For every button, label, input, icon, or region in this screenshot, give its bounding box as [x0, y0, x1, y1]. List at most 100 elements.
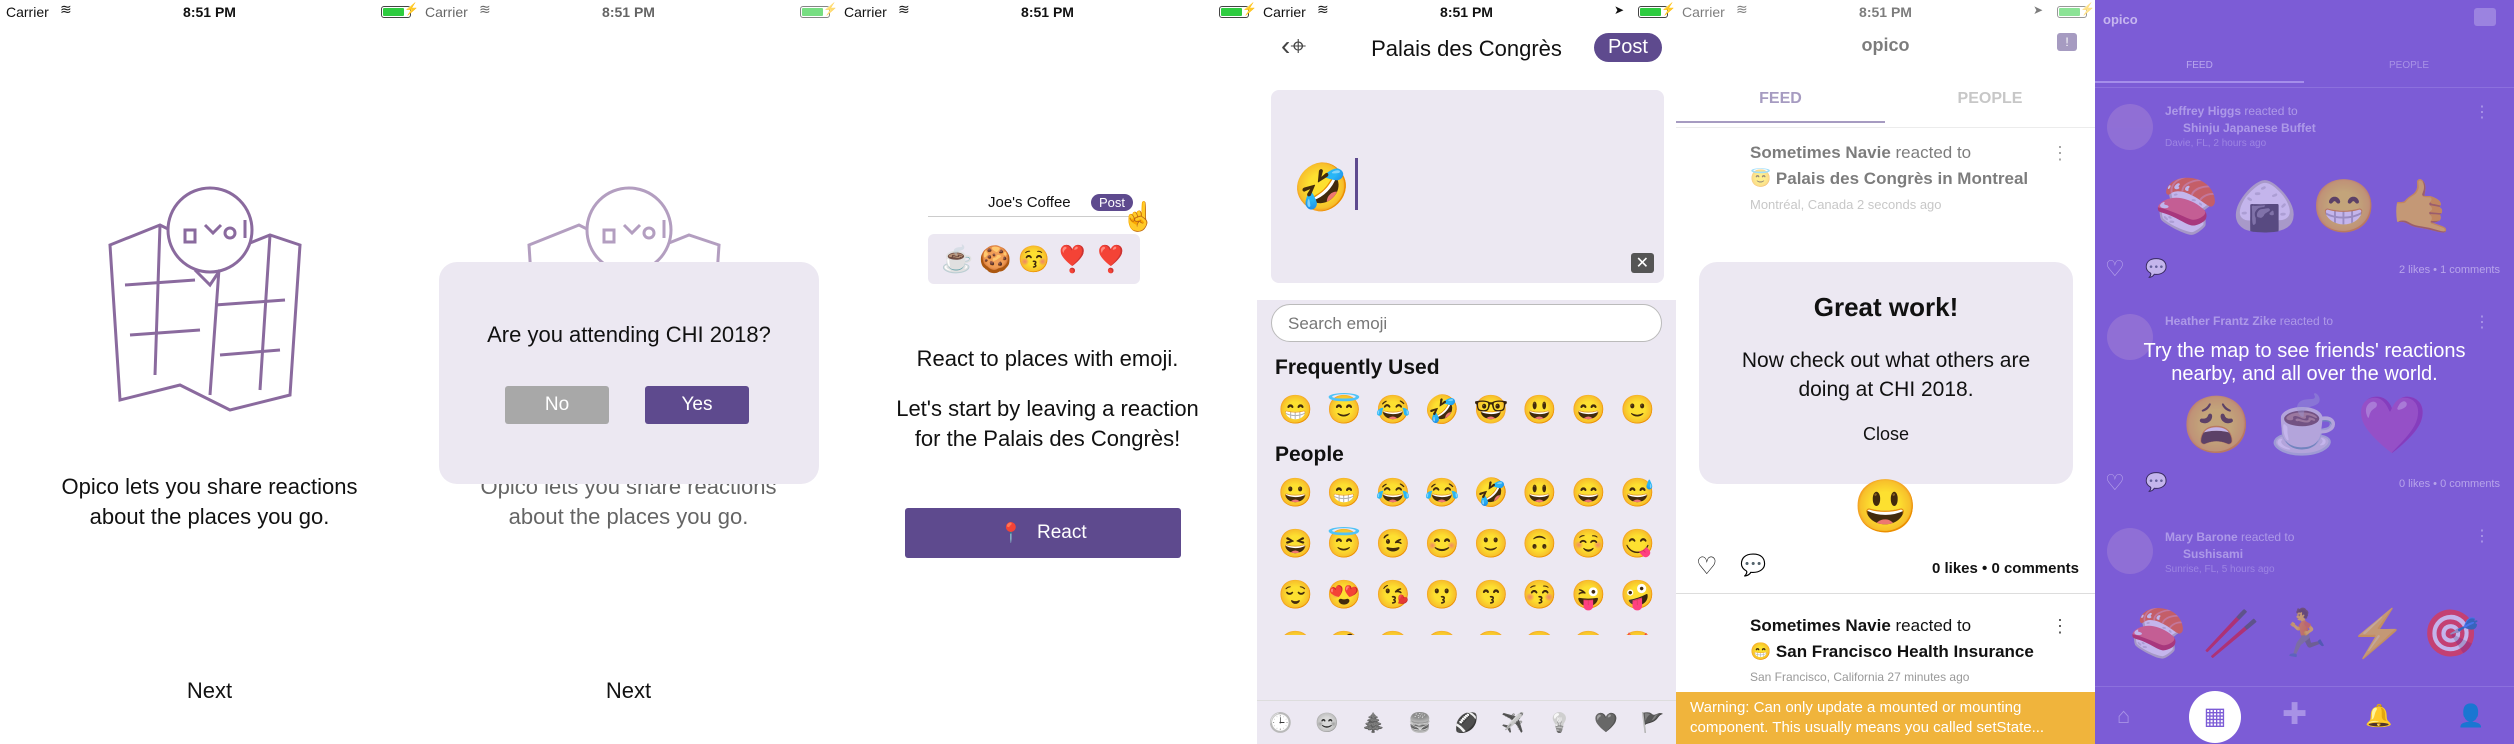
- emoji-key[interactable]: 🤑: [1467, 620, 1516, 635]
- more-options-icon[interactable]: ⋮: [2474, 312, 2490, 332]
- emoji-search-input[interactable]: Search emoji: [1271, 304, 1662, 342]
- feed-user-name[interactable]: Sometimes Navie: [1750, 616, 1891, 635]
- emoji-key[interactable]: 😍: [1320, 569, 1369, 620]
- emoji-key[interactable]: 🤣: [1418, 384, 1467, 435]
- more-options-icon[interactable]: ⋮: [2474, 102, 2490, 122]
- emoji-key[interactable]: 🤓: [1515, 620, 1564, 635]
- dev-warning-banner[interactable]: Warning: Can only update a mounted or mo…: [1676, 692, 2095, 744]
- emoji-key[interactable]: 😎: [1564, 620, 1613, 635]
- like-heart-icon[interactable]: ♡: [2105, 470, 2125, 496]
- emoji-key[interactable]: 😚: [1515, 569, 1564, 620]
- close-button[interactable]: Close: [1699, 424, 2073, 445]
- smileys-tab-icon[interactable]: 😊: [1315, 711, 1339, 735]
- map-illustration-icon: [108, 186, 302, 412]
- notifications-tab-icon[interactable]: 🔔: [2365, 703, 2392, 729]
- avatar[interactable]: [2107, 104, 2153, 150]
- emoji-key[interactable]: 😘: [1369, 569, 1418, 620]
- reaction-compose-box[interactable]: 🤣 ✕: [1271, 90, 1664, 283]
- feed-place-name[interactable]: San Francisco Health Insurance: [1776, 642, 2034, 661]
- add-reaction-tab-icon[interactable]: ✚: [2282, 697, 2307, 732]
- emoji-key[interactable]: 🤩: [1613, 620, 1662, 635]
- message-icon[interactable]: [2474, 8, 2496, 26]
- emoji-key[interactable]: 😛: [1418, 620, 1467, 635]
- reaction-emoji: ☕: [2269, 393, 2340, 456]
- recent-tab-icon[interactable]: 🕒: [1268, 711, 1292, 735]
- emoji-key[interactable]: 😌: [1271, 569, 1320, 620]
- feed-place-name[interactable]: Shinju Japanese Buffet: [2183, 121, 2316, 135]
- activity-tab-icon[interactable]: 🏈: [1455, 711, 1479, 735]
- emoji-key[interactable]: 😄: [1564, 467, 1613, 518]
- emoji-key[interactable]: 😅: [1613, 467, 1662, 518]
- emoji-key[interactable]: 😖: [1369, 620, 1418, 635]
- home-tab-icon[interactable]: ⌂: [2117, 703, 2130, 729]
- feed-place-name[interactable]: Sushisami: [2183, 547, 2243, 561]
- flags-tab-icon[interactable]: 🚩: [1641, 711, 1665, 735]
- emoji-key[interactable]: 😄: [1564, 384, 1613, 435]
- tab-people[interactable]: PEOPLE: [2304, 60, 2514, 71]
- emoji-key[interactable]: 😜: [1564, 569, 1613, 620]
- emoji-key[interactable]: 😆: [1271, 518, 1320, 569]
- emoji-key[interactable]: 😇: [1320, 518, 1369, 569]
- emoji-key[interactable]: 😂: [1369, 467, 1418, 518]
- status-time: 8:51 PM: [1021, 4, 1074, 20]
- emoji-key[interactable]: 😊: [1418, 518, 1467, 569]
- emoji-key[interactable]: 😃: [1515, 467, 1564, 518]
- react-cta-line2: for the Palais des Congrès!: [914, 426, 1181, 451]
- tab-feed[interactable]: FEED: [2095, 60, 2304, 83]
- travel-tab-icon[interactable]: ✈️: [1501, 711, 1525, 735]
- map-tab-icon[interactable]: ▦: [2189, 691, 2241, 743]
- emoji-key[interactable]: 😉: [1369, 518, 1418, 569]
- emoji-key[interactable]: 😋: [1613, 518, 1662, 569]
- feed-meta: Sunrise, FL, 5 hours ago: [2165, 564, 2275, 575]
- feed-meta: San Francisco, California 27 minutes ago: [1750, 670, 1970, 684]
- no-button[interactable]: No: [505, 386, 609, 424]
- map-hint-line1: Try the map to see friends' reactions: [2143, 340, 2466, 362]
- symbols-tab-icon[interactable]: ❤️: [1594, 711, 1618, 735]
- like-heart-icon[interactable]: ♡: [1696, 552, 1718, 581]
- emoji-key[interactable]: 😂: [1418, 467, 1467, 518]
- more-options-icon[interactable]: ⋮: [2474, 526, 2490, 546]
- nature-tab-icon[interactable]: 🌲: [1362, 711, 1386, 735]
- feed-user-name[interactable]: Jeffrey Higgs: [2165, 104, 2241, 118]
- avatar[interactable]: [2107, 528, 2153, 574]
- feed-tab-bar: FEED PEOPLE: [2095, 54, 2514, 88]
- feed-user-name[interactable]: Heather Frantz Zike: [2165, 314, 2276, 328]
- emoji-key[interactable]: 😀: [1271, 467, 1320, 518]
- like-heart-icon[interactable]: ♡: [2105, 256, 2125, 282]
- feed-user-name[interactable]: Mary Barone: [2165, 530, 2238, 544]
- selected-emoji: 🤣: [1293, 161, 1351, 213]
- likes-comments-count: 0 likes • 0 comments: [2398, 478, 2500, 490]
- emoji-key[interactable]: 🤣: [1467, 467, 1516, 518]
- backspace-icon[interactable]: ✕: [1630, 253, 1654, 273]
- emoji-key[interactable]: 🙂: [1467, 518, 1516, 569]
- emoji-key[interactable]: 😇: [1320, 384, 1369, 435]
- yes-button[interactable]: Yes: [645, 386, 749, 424]
- comment-icon[interactable]: 💬: [2145, 472, 2167, 493]
- reaction-emoji: 💜: [2357, 393, 2428, 456]
- objects-tab-icon[interactable]: 💡: [1548, 711, 1572, 735]
- emoji-key[interactable]: 🤓: [1467, 384, 1516, 435]
- comment-icon[interactable]: 💬: [2145, 258, 2167, 279]
- reaction-emoji: 🍙: [2232, 178, 2298, 236]
- react-button[interactable]: 📍 React: [905, 508, 1181, 558]
- emoji-key[interactable]: 🤪: [1613, 569, 1662, 620]
- emoji-key[interactable]: 🙂: [1613, 384, 1662, 435]
- food-tab-icon[interactable]: 🍔: [1408, 711, 1432, 735]
- comment-icon[interactable]: 💬: [1740, 554, 1766, 578]
- next-button[interactable]: Next: [419, 678, 838, 704]
- emoji-key[interactable]: 😃: [1515, 384, 1564, 435]
- emoji-key[interactable]: 😗: [1418, 569, 1467, 620]
- emoji-key[interactable]: 😂: [1369, 384, 1418, 435]
- emoji-key[interactable]: ☺️: [1564, 518, 1613, 569]
- dialog-text-line2: doing at CHI 2018.: [1798, 378, 1974, 401]
- emoji-key[interactable]: 🙃: [1515, 518, 1564, 569]
- profile-tab-icon[interactable]: 👤: [2457, 703, 2484, 729]
- emoji-key[interactable]: 😙: [1467, 569, 1516, 620]
- emoji-key[interactable]: 🧐: [1320, 620, 1369, 635]
- emoji-key[interactable]: 😁: [1320, 467, 1369, 518]
- next-button[interactable]: Next: [0, 678, 419, 704]
- more-options-icon[interactable]: ⋮: [2051, 616, 2069, 637]
- post-button[interactable]: Post: [1593, 33, 1662, 62]
- emoji-key[interactable]: 🤨: [1271, 620, 1320, 635]
- emoji-key[interactable]: 😁: [1271, 384, 1320, 435]
